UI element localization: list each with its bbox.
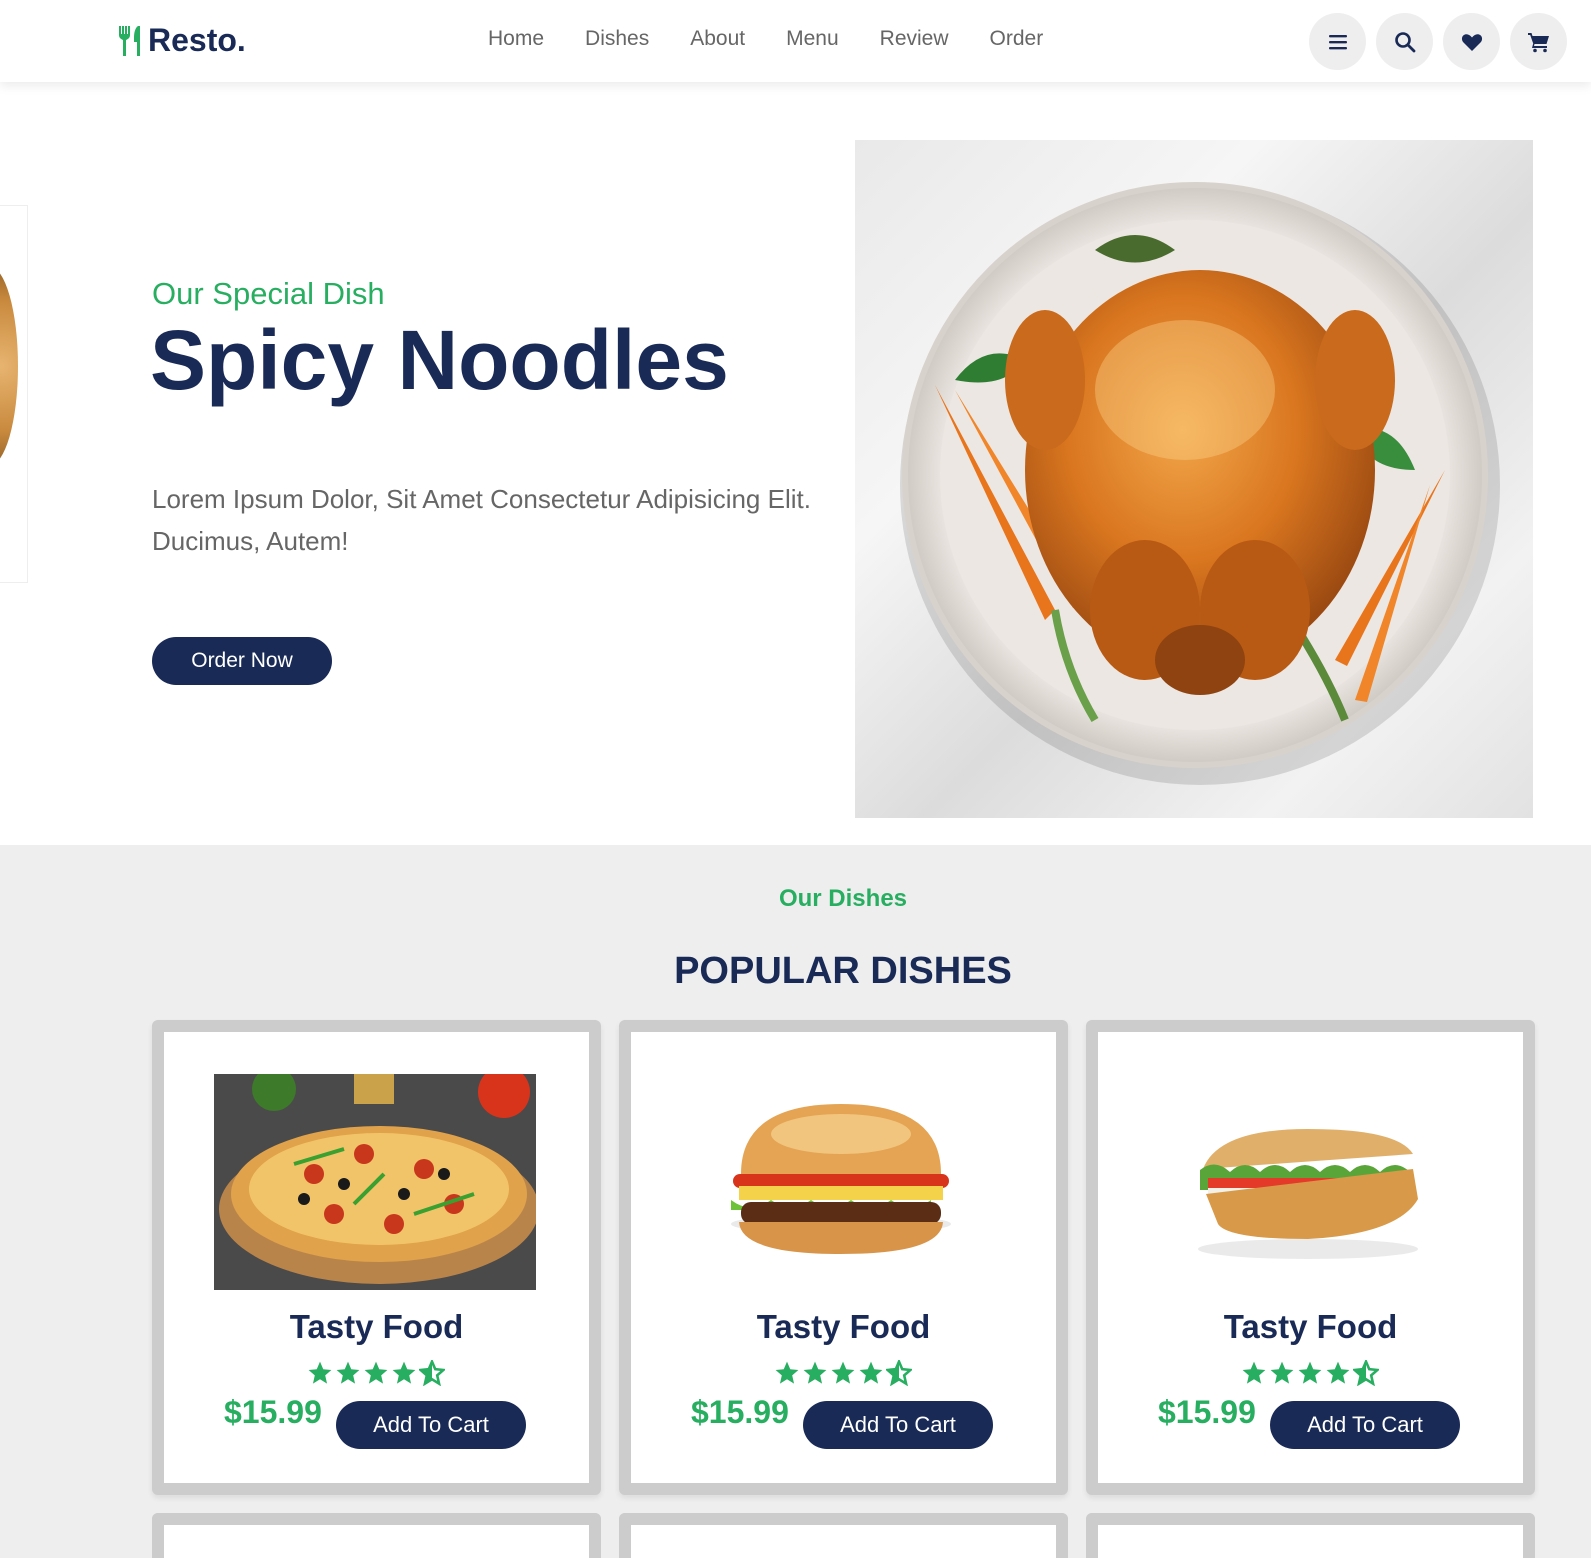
section-subtitle: Our Dishes [778, 885, 908, 912]
heart-icon [1461, 33, 1482, 51]
star-icon [1242, 1361, 1266, 1384]
dish-card [1086, 1513, 1535, 1558]
site-header: Resto. Home Dishes About Menu Review Ord… [0, 0, 1591, 82]
dish-image-pizza [214, 1074, 536, 1290]
add-to-cart-button[interactable]: Add To Cart [336, 1401, 526, 1449]
star-icon [775, 1361, 799, 1384]
dish-card: Tasty Food $15.99 Add To Cart [152, 1020, 601, 1495]
nav-about[interactable]: About [690, 27, 745, 51]
star-icon [336, 1361, 360, 1384]
nav-review[interactable]: Review [880, 27, 949, 51]
section-title: POPULAR DISHES [674, 950, 1012, 992]
logo-text: Resto. [148, 22, 246, 58]
previous-slide-peek [0, 205, 28, 583]
dish-image-sandwich [1198, 1129, 1418, 1259]
star-icon [1270, 1361, 1294, 1384]
add-to-cart-button[interactable]: Add To Cart [1270, 1401, 1460, 1449]
rating-stars [774, 1360, 914, 1386]
dish-image-burger [731, 1104, 951, 1254]
star-icon [859, 1361, 883, 1384]
dishes-section: Our Dishes POPULAR DISHES Tasty Food $15… [0, 845, 1591, 1558]
star-icon [392, 1361, 416, 1384]
nav-order[interactable]: Order [990, 27, 1044, 51]
search-icon [1394, 31, 1415, 52]
dish-name: Tasty Food [289, 1308, 464, 1345]
add-to-cart-button[interactable]: Add To Cart [803, 1401, 993, 1449]
hero-title: Spicy Noodles [150, 313, 729, 407]
star-icon [831, 1361, 855, 1384]
hero-subtitle: Our Special Dish [152, 276, 385, 311]
main-nav: Home Dishes About Menu Review Order [488, 27, 1084, 51]
star-icon [364, 1361, 388, 1384]
star-half-icon [419, 1360, 445, 1386]
star-icon [803, 1361, 827, 1384]
cart-icon [1527, 32, 1549, 52]
favorites-button[interactable] [1443, 13, 1500, 70]
menu-icon [1328, 34, 1347, 49]
cart-button[interactable] [1510, 13, 1567, 70]
dish-price: $15.99 [224, 1394, 322, 1430]
logo[interactable]: Resto. [116, 22, 246, 59]
dish-price: $15.99 [691, 1394, 789, 1430]
nav-dishes[interactable]: Dishes [585, 27, 649, 51]
nav-home[interactable]: Home [488, 27, 544, 51]
header-icons [1309, 13, 1577, 70]
star-half-icon [1353, 1360, 1379, 1386]
utensils-icon [119, 25, 140, 56]
rating-stars [307, 1360, 447, 1386]
rating-stars [1241, 1360, 1381, 1386]
star-icon [1326, 1361, 1350, 1384]
star-icon [1298, 1361, 1322, 1384]
hero-image [855, 140, 1533, 818]
hero-description: Lorem Ipsum Dolor, Sit Amet Consectetur … [152, 484, 811, 556]
menu-button[interactable] [1309, 13, 1366, 70]
dish-name: Tasty Food [756, 1308, 931, 1345]
dish-price: $15.99 [1158, 1394, 1256, 1430]
dish-card [152, 1513, 601, 1558]
dish-name: Tasty Food [1223, 1308, 1398, 1345]
star-half-icon [886, 1360, 912, 1386]
order-now-button[interactable]: Order Now [152, 637, 332, 685]
star-icon [308, 1361, 332, 1384]
dish-card: Tasty Food $15.99 Add To Cart [619, 1020, 1068, 1495]
dish-card: Tasty Food $15.99 Add To Cart [1086, 1020, 1535, 1495]
nav-menu[interactable]: Menu [786, 27, 839, 51]
dish-card [619, 1513, 1068, 1558]
search-button[interactable] [1376, 13, 1433, 70]
